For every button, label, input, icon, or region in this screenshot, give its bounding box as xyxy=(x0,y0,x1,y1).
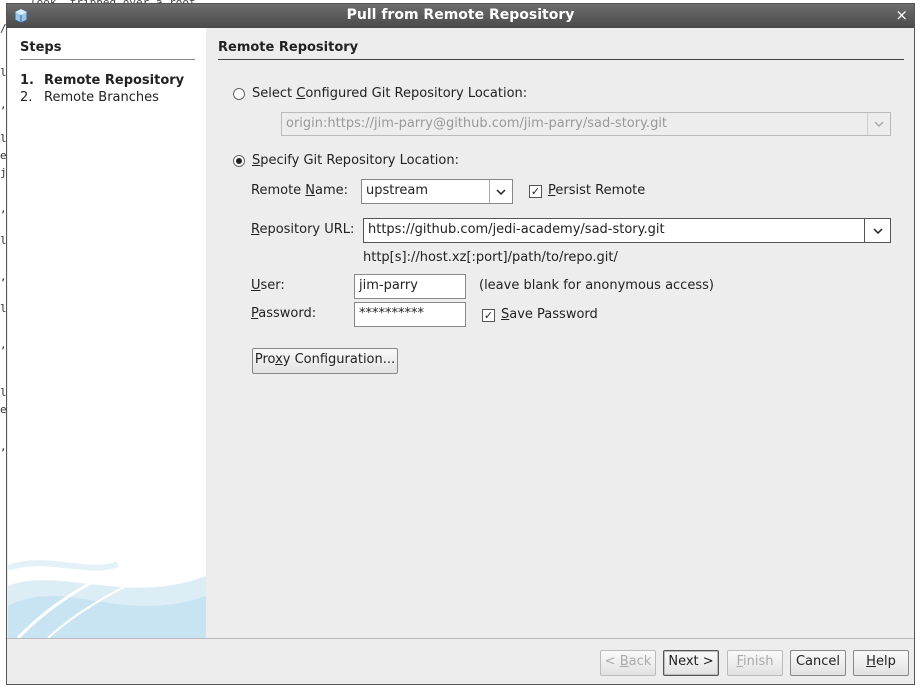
configured-location-combo[interactable]: origin:https://jim-parry@github.com/jim-… xyxy=(281,112,891,136)
user-value: jim-parry xyxy=(359,278,418,293)
user-field[interactable]: jim-parry xyxy=(354,274,466,299)
pull-dialog: Pull from Remote Repository × Steps 1. Re… xyxy=(6,3,915,685)
chevron-down-icon[interactable] xyxy=(489,180,512,203)
cancel-button[interactable]: Cancel xyxy=(790,650,846,676)
password-field[interactable]: ********** xyxy=(354,302,466,327)
specify-location-label: Specify Git Repository Location: xyxy=(252,153,459,168)
repository-url-combo[interactable]: https://github.com/jedi-academy/sad-stor… xyxy=(363,218,891,243)
repository-url-label: Repository URL: xyxy=(251,222,355,237)
remote-name-label: Remote Name: xyxy=(251,183,349,198)
step-label: Remote Branches xyxy=(44,90,159,105)
save-password-checkbox[interactable]: ✓ xyxy=(482,309,495,322)
step-number: 2. xyxy=(20,90,33,105)
save-password-label: Save Password xyxy=(501,307,598,322)
step-number: 1. xyxy=(20,73,34,88)
configured-location-radio[interactable] xyxy=(233,88,245,100)
section-divider xyxy=(218,59,904,60)
chevron-down-icon[interactable] xyxy=(864,219,890,242)
user-hint: (leave blank for anonymous access) xyxy=(479,278,714,293)
steps-title: Steps xyxy=(20,40,62,55)
step-label: Remote Repository xyxy=(44,73,185,88)
specify-location-radio[interactable] xyxy=(233,155,245,167)
chevron-down-icon[interactable] xyxy=(867,113,890,135)
dialog-title: Pull from Remote Repository xyxy=(346,7,575,23)
close-icon[interactable]: × xyxy=(895,6,908,24)
user-label: User: xyxy=(251,278,285,293)
help-button[interactable]: Help xyxy=(853,650,909,676)
configured-location-value: origin:https://jim-parry@github.com/jim-… xyxy=(286,116,668,131)
persist-remote-checkbox[interactable]: ✓ xyxy=(529,185,542,198)
repository-url-hint: http[s]://host.xz[:port]/path/to/repo.gi… xyxy=(363,250,618,265)
persist-remote-label: Persist Remote xyxy=(548,183,646,198)
section-title: Remote Repository xyxy=(218,40,359,55)
next-button[interactable]: Next > xyxy=(663,650,719,676)
steps-divider xyxy=(20,59,195,60)
title-bar[interactable]: Pull from Remote Repository × xyxy=(7,4,914,28)
decorative-swirl-graphic xyxy=(8,546,206,638)
password-label: Password: xyxy=(251,306,317,321)
steps-panel: Steps 1. Remote Repository 2. Remote Branc… xyxy=(8,28,206,638)
back-button[interactable]: < Back xyxy=(600,650,656,676)
main-content: Remote Repository Select Configured Git … xyxy=(206,28,914,638)
remote-name-value: upstream xyxy=(366,183,429,198)
repository-url-input[interactable]: https://github.com/jedi-academy/sad-stor… xyxy=(368,222,665,237)
finish-button[interactable]: Finish xyxy=(727,650,783,676)
footer-divider xyxy=(7,638,914,639)
password-value: ********** xyxy=(359,306,424,321)
step-remote-repository: 1. Remote Repository xyxy=(20,73,184,88)
remote-name-combo[interactable]: upstream xyxy=(361,179,513,204)
background-right xyxy=(915,0,924,696)
configured-location-label: Select Configured Git Repository Locatio… xyxy=(252,86,528,101)
step-remote-branches: 2. Remote Branches xyxy=(20,90,159,105)
proxy-configuration-button[interactable]: Proxy Configuration... xyxy=(252,348,398,374)
